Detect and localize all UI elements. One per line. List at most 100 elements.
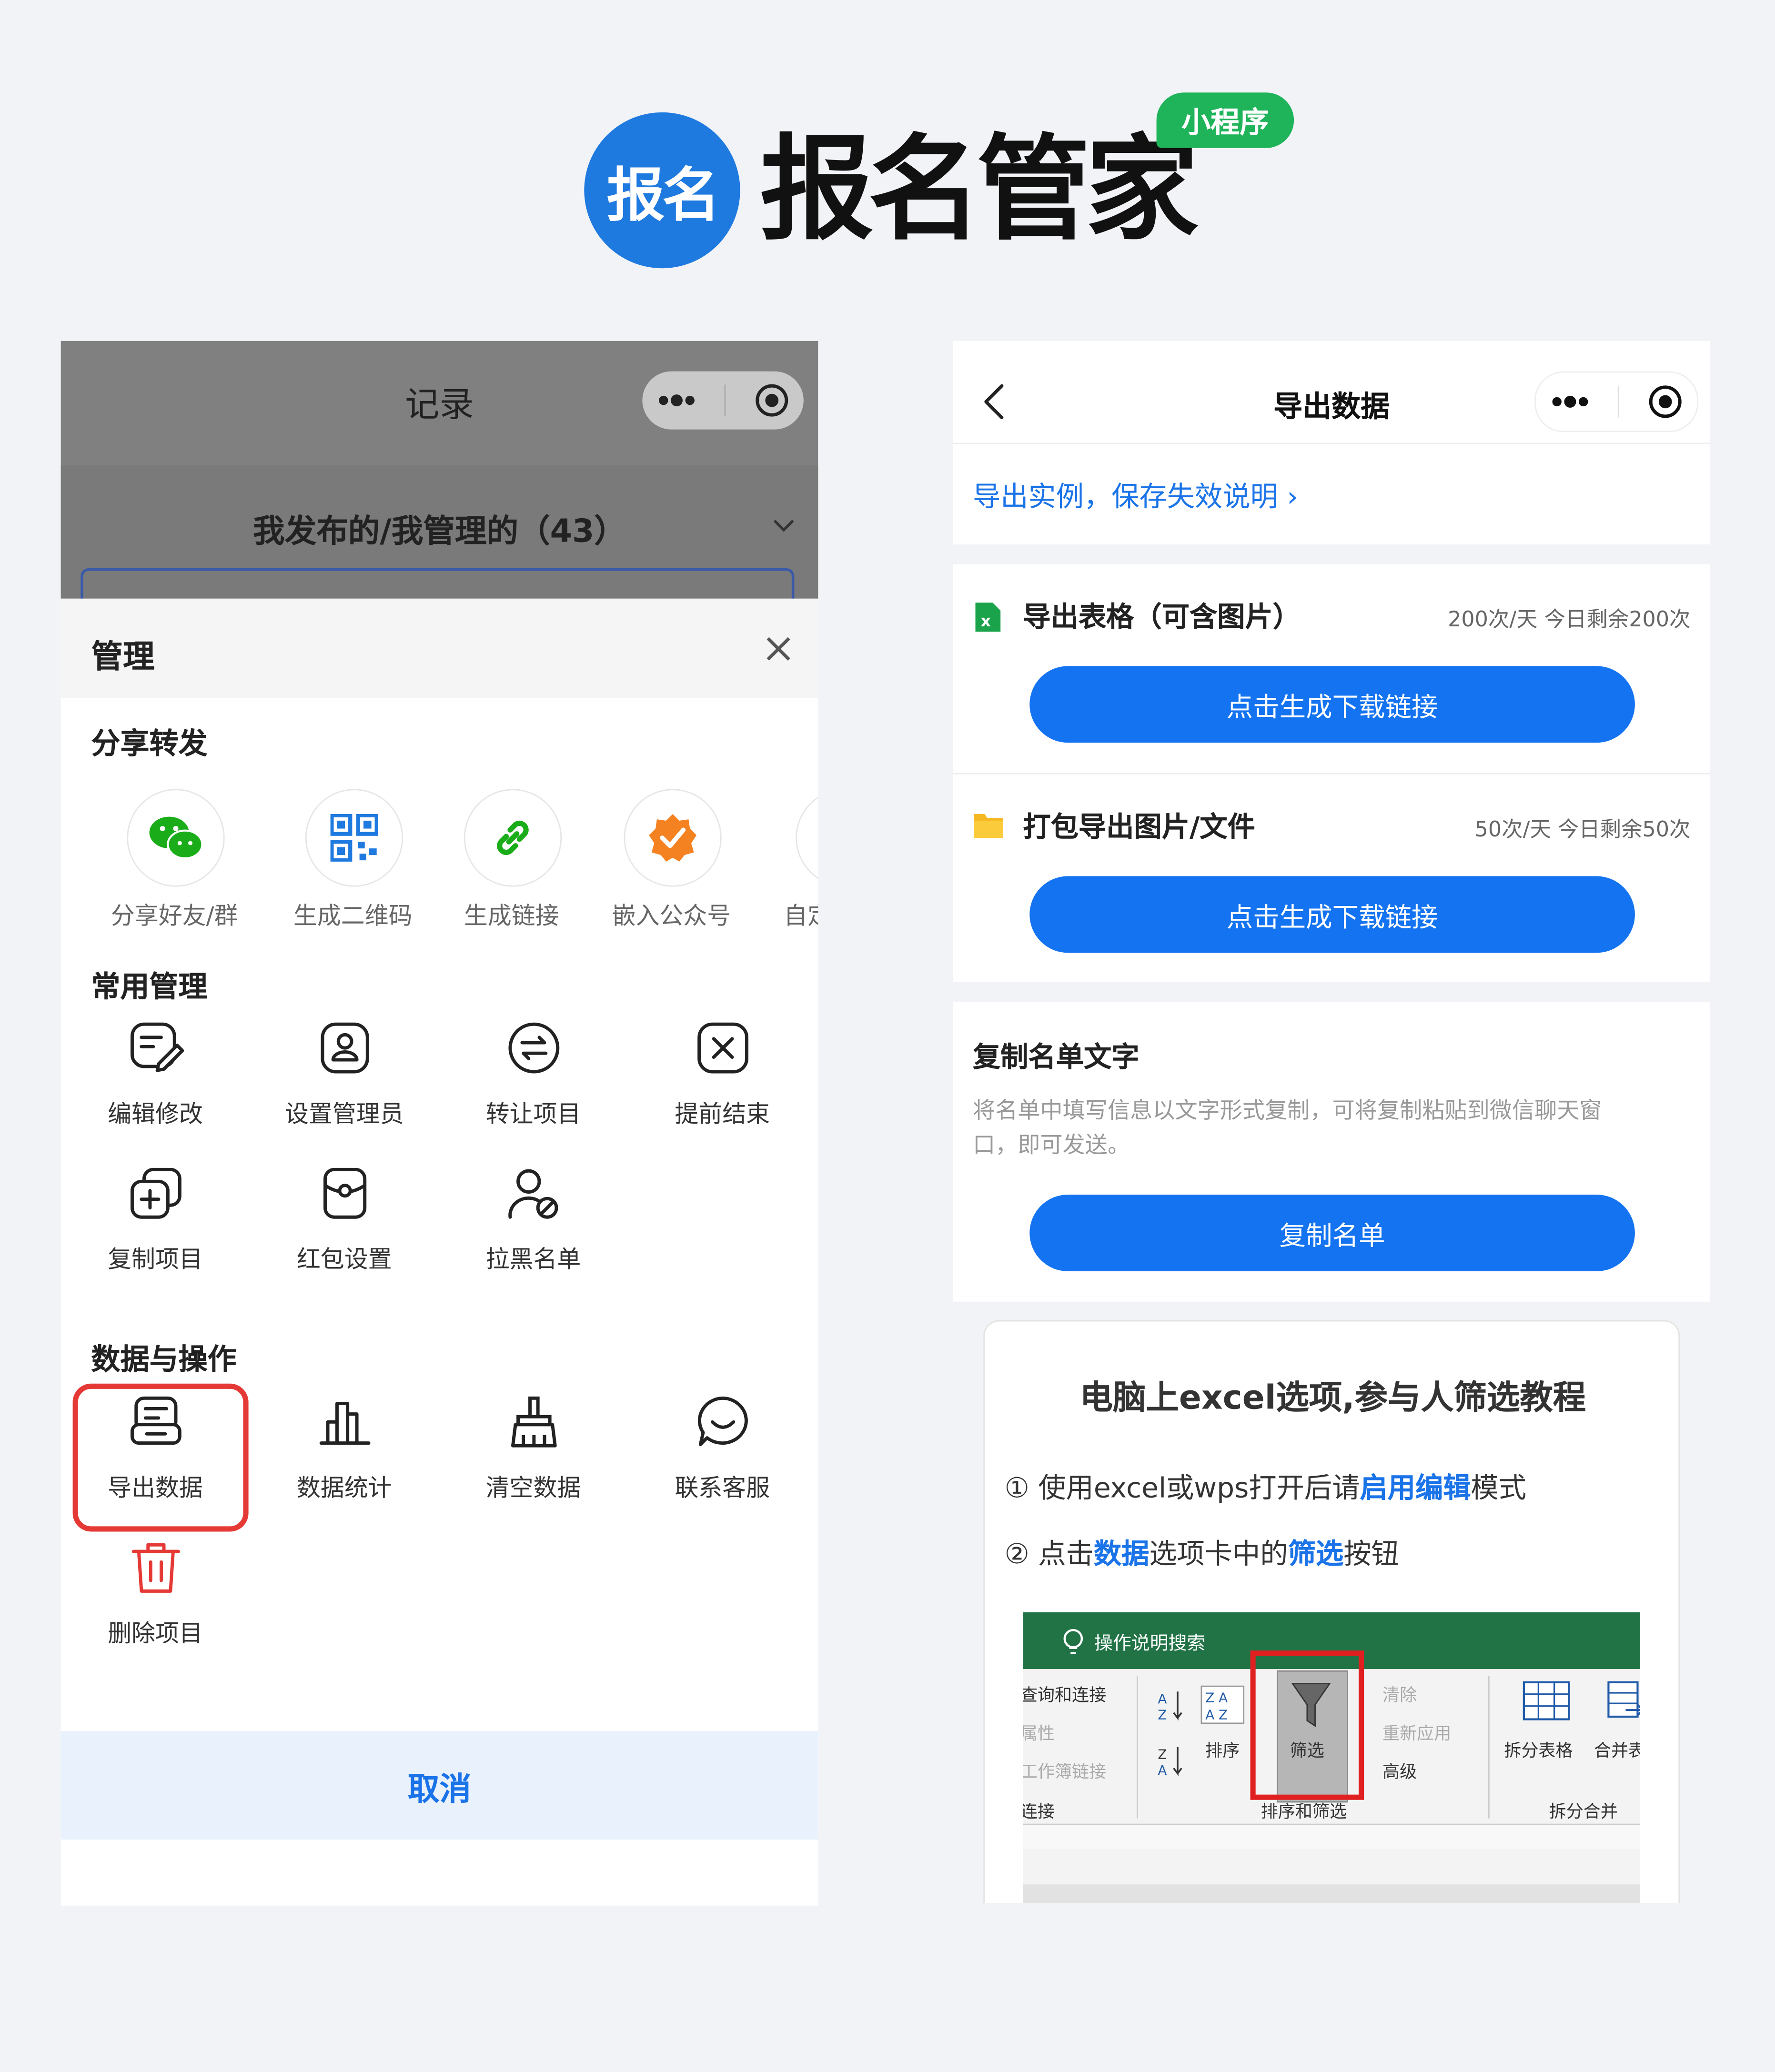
mini-program-badge: 小程序: [1156, 92, 1294, 148]
section-title-common: 常用管理: [91, 971, 208, 1005]
formula-bar: [1023, 1823, 1641, 1849]
share-item-wechat[interactable]: [127, 789, 225, 887]
share-label-qrcode: 生成二维码: [293, 902, 413, 931]
step-highlight: 启用编辑: [1360, 1472, 1471, 1504]
ribbon-reapply: 重新应用: [1382, 1724, 1452, 1745]
share-item-link[interactable]: [464, 789, 562, 887]
svg-text:Z: Z: [1158, 1707, 1167, 1722]
close-icon[interactable]: [764, 634, 793, 664]
op-blacklist[interactable]: 拉黑名单: [439, 1164, 628, 1275]
op-red-packet[interactable]: 红包设置: [250, 1164, 439, 1275]
step-text: 模式: [1471, 1472, 1527, 1504]
copy-section-desc: 将名单中填写信息以文字形式复制，可将复制粘贴到微信聊天窗 口，即可发送。: [973, 1094, 1693, 1163]
op-end[interactable]: 提前结束: [628, 1019, 817, 1130]
link-icon: [464, 789, 562, 887]
help-link[interactable]: 导出实例，保存失效说明 ›: [973, 476, 1298, 515]
trash-icon: [61, 1538, 250, 1596]
op-label: 转让项目: [485, 1101, 581, 1129]
svg-text:A Z: A Z: [1205, 1707, 1228, 1722]
share-label-official-account: 嵌入公众号: [612, 902, 731, 931]
transfer-icon: [439, 1019, 628, 1077]
help-link-text: 导出实例，保存失效说明: [972, 481, 1278, 513]
filter-title[interactable]: 我发布的/我管理的（43）: [61, 505, 818, 551]
step-highlight: 筛选: [1288, 1538, 1344, 1570]
tutorial-step-2: ② 点击数据选项卡中的筛选按钮: [1005, 1533, 1399, 1572]
cancel-button[interactable]: 取消: [61, 1731, 818, 1840]
highlight-frame: [1250, 1650, 1364, 1800]
stats-icon: [250, 1393, 439, 1451]
step-highlight: 数据: [1093, 1538, 1150, 1570]
edit-icon: [61, 1019, 250, 1077]
mini-program-capsule: [1534, 371, 1699, 433]
ribbon-item: 查询和连接: [1023, 1686, 1107, 1706]
wechat-icon: [127, 789, 225, 887]
admin-icon: [250, 1019, 439, 1077]
sort-dialog-icon: Z A A Z: [1200, 1685, 1245, 1724]
divider: [953, 443, 1711, 444]
op-export[interactable]: 导出数据: [61, 1393, 250, 1504]
chevron-down-icon[interactable]: [772, 518, 796, 534]
step-text: 按钮: [1343, 1538, 1399, 1570]
op-label: 复制项目: [108, 1246, 203, 1274]
op-label: 编辑修改: [108, 1101, 203, 1129]
excel-ribbon-screenshot: 操作说明搜索 查询和连接 属性 工作簿链接 连接 AZ ZA Z AA Z 排序…: [1023, 1612, 1641, 1903]
sheet-title: 管理: [91, 638, 155, 675]
op-stats[interactable]: 数据统计: [250, 1393, 439, 1504]
sort-za-icon: ZA: [1158, 1744, 1187, 1779]
close-miniprogram-icon[interactable]: [1648, 384, 1683, 419]
share-item-qrcode[interactable]: [305, 789, 403, 887]
section-title-data: 数据与操作: [91, 1344, 237, 1377]
ribbon-advanced: 高级: [1382, 1763, 1417, 1783]
merge-table-icon: [1607, 1681, 1641, 1720]
end-icon: [628, 1019, 817, 1077]
share-item-official-account[interactable]: [624, 789, 722, 887]
ribbon-search: 操作说明搜索: [1063, 1628, 1205, 1657]
op-label: 拉黑名单: [485, 1246, 581, 1274]
svg-text:x: x: [981, 612, 991, 630]
op-copy[interactable]: 复制项目: [61, 1164, 250, 1275]
ribbon-item: 工作簿链接: [1023, 1763, 1107, 1783]
sheet-header: [61, 598, 818, 698]
custom-icon: [796, 789, 818, 887]
sheet-area: [1023, 1884, 1641, 1903]
export-row-title: 打包导出图片/文件: [1023, 811, 1255, 844]
share-label-wechat: 分享好友/群: [111, 902, 238, 931]
chat-icon: [628, 1393, 817, 1451]
share-item-custom[interactable]: [796, 789, 818, 887]
more-icon[interactable]: [1550, 395, 1590, 409]
brand-name: 报名管家: [760, 124, 1199, 257]
op-clear[interactable]: 清空数据: [439, 1393, 628, 1504]
op-label: 清空数据: [485, 1475, 581, 1503]
ribbon-split-table: 拆分表格: [1504, 1741, 1573, 1762]
generate-link-button[interactable]: 点击生成下载链接: [1029, 876, 1635, 953]
svg-text:Z A: Z A: [1205, 1690, 1228, 1705]
section-title-share: 分享转发: [91, 728, 208, 762]
folder-icon: [973, 810, 1005, 839]
export-row-quota: 200次/天 今日剩余200次: [1448, 606, 1691, 632]
share-label-link: 生成链接: [464, 902, 559, 931]
op-delete[interactable]: 删除项目: [61, 1538, 250, 1649]
svg-text:Z: Z: [1158, 1747, 1167, 1762]
close-miniprogram-icon[interactable]: [755, 383, 789, 418]
logo-circle: 报名: [584, 112, 740, 269]
left-phone-screen: 记录 我发布的/我管理的（43） 管理 分享转发 分享好友/群 生成二维码 生成…: [61, 341, 818, 1906]
op-edit[interactable]: 编辑修改: [61, 1019, 250, 1130]
op-transfer[interactable]: 转让项目: [439, 1019, 628, 1130]
more-icon[interactable]: [656, 394, 696, 407]
export-row-quota: 50次/天 今日剩余50次: [1474, 816, 1691, 842]
export-options-card: x 导出表格（可含图片） 200次/天 今日剩余200次 点击生成下载链接 打包…: [953, 564, 1711, 982]
copy-list-button[interactable]: 复制名单: [1029, 1195, 1635, 1271]
step-text: 选项卡中的: [1149, 1538, 1288, 1570]
lightbulb-icon: [1063, 1628, 1084, 1657]
op-label: 删除项目: [108, 1620, 203, 1648]
tutorial-title: 电脑上excel选项,参与人筛选教程: [1079, 1378, 1586, 1417]
export-header-card: 导出数据 导出实例，保存失效说明 ›: [953, 341, 1711, 545]
desc-line: 口，即可发送。: [972, 1132, 1130, 1159]
op-label: 红包设置: [296, 1246, 392, 1274]
generate-link-button[interactable]: 点击生成下载链接: [1029, 666, 1635, 743]
op-admin[interactable]: 设置管理员: [250, 1019, 439, 1130]
op-customer-service[interactable]: 联系客服: [628, 1393, 817, 1504]
op-label: 导出数据: [108, 1475, 203, 1503]
qrcode-icon: [305, 789, 403, 887]
op-label: 联系客服: [675, 1475, 770, 1503]
